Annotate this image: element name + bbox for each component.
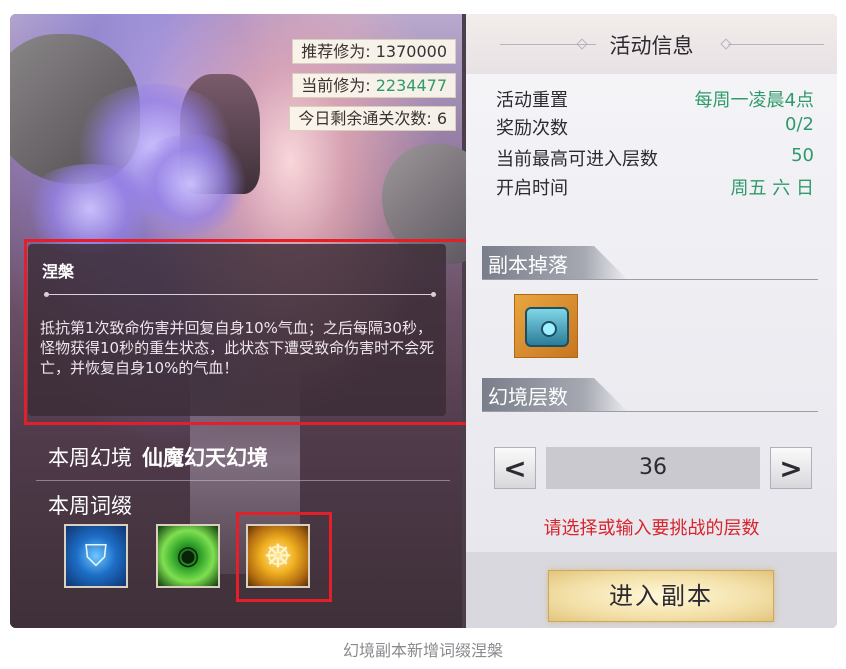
info-header: 活动信息	[466, 14, 837, 74]
affix-slot-eye[interactable]: ◉	[156, 524, 220, 588]
info-value: 50	[791, 145, 814, 166]
info-value: 周五 六 日	[730, 178, 814, 199]
floor-section-label: 幻境层数	[488, 385, 568, 409]
drop-item-slot[interactable]	[514, 294, 578, 358]
info-value: 每周一凌晨4点	[694, 90, 814, 111]
header-deco-line	[728, 44, 824, 45]
floor-hint-text: 请选择或输入要挑战的层数	[543, 518, 760, 539]
info-title: 活动信息	[609, 34, 694, 58]
recommended-cultivation-tag: 推荐修为: 1370000	[292, 39, 456, 64]
tooltip-highlight-frame	[24, 239, 472, 425]
treasure-chest-icon	[525, 307, 569, 347]
drops-section-header: 副本掉落	[482, 246, 818, 280]
enter-dungeon-button[interactable]: 进入副本	[548, 570, 774, 622]
section-line	[482, 279, 818, 280]
floor-decrement-button[interactable]: <	[494, 447, 536, 489]
recommended-value: 1370000	[375, 42, 447, 61]
remaining-clears-tag: 今日剩余通关次数: 6	[289, 106, 456, 131]
weekly-realm-value: 仙魔幻天幻境	[142, 446, 268, 470]
remaining-value: 6	[436, 109, 447, 128]
shield-icon: ⛉	[84, 538, 108, 574]
affix-highlight-frame	[236, 512, 332, 602]
weekly-realm-label: 本周幻境	[48, 446, 132, 470]
current-label: 当前修为:	[301, 76, 371, 95]
info-key: 开启时间	[496, 178, 568, 199]
weekly-affix-label: 本周词缀	[48, 494, 132, 518]
info-value: 0/2	[785, 114, 814, 135]
info-key: 活动重置	[496, 90, 568, 111]
info-panel: 活动信息 活动重置 每周一凌晨4点 奖励次数 0/2 当前最高可进入层数 50 …	[466, 14, 837, 628]
green-eye-icon: ◉	[176, 541, 200, 571]
info-key: 当前最高可进入层数	[496, 149, 658, 170]
section-line	[482, 411, 818, 412]
divider	[36, 480, 450, 481]
info-key: 奖励次数	[496, 118, 568, 139]
affix-slot-shield[interactable]: ⛉	[64, 524, 128, 588]
recommended-label: 推荐修为:	[301, 42, 371, 61]
chevron-left-icon: <	[503, 451, 527, 485]
scene-panel: 推荐修为: 1370000 当前修为: 2234477 今日剩余通关次数: 6 …	[10, 14, 492, 628]
dungeon-window: 推荐修为: 1370000 当前修为: 2234477 今日剩余通关次数: 6 …	[10, 14, 837, 628]
remaining-label: 今日剩余通关次数:	[298, 109, 432, 128]
current-value: 2234477	[375, 76, 447, 95]
current-cultivation-tag: 当前修为: 2234477	[292, 73, 456, 98]
floor-increment-button[interactable]: >	[770, 447, 812, 489]
floor-stepper: < 36 >	[494, 447, 812, 489]
drops-section-label: 副本掉落	[488, 253, 568, 277]
scene-blossom	[130, 134, 250, 234]
floor-input[interactable]: 36	[546, 447, 760, 489]
weekly-realm: 本周幻境 仙魔幻天幻境	[48, 442, 268, 472]
chevron-right-icon: >	[779, 451, 803, 485]
floor-section-header: 幻境层数	[482, 378, 818, 412]
image-caption: 幻境副本新增词缀涅槃	[342, 641, 503, 660]
